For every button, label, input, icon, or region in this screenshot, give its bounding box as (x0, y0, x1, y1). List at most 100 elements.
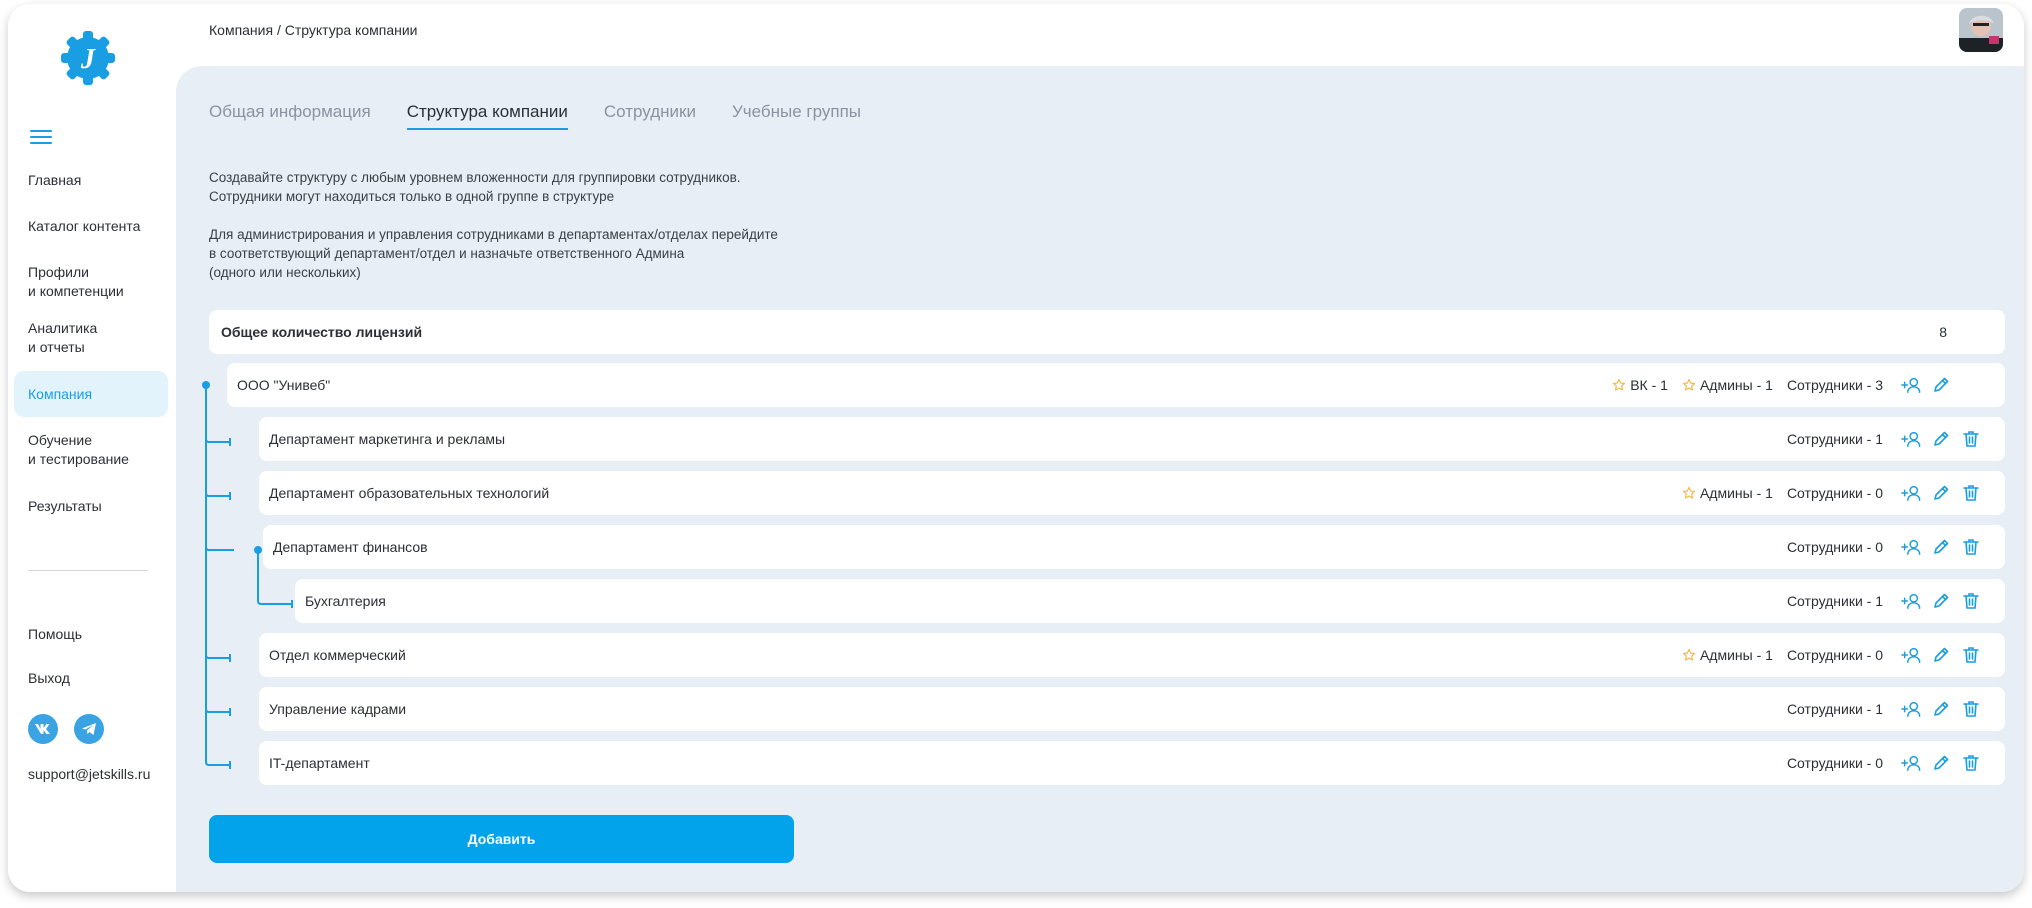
license-count-row: Общее количество лицензий 8 (209, 310, 2005, 354)
employees-count: Сотрудники - 0 (1786, 539, 1883, 555)
node-name[interactable]: Бухгалтерия (305, 593, 386, 609)
structure-node-row[interactable]: Отдел коммерческий Админы - 1 Сотрудники -… (259, 633, 2005, 677)
sidebar-divider (28, 570, 148, 571)
logo[interactable]: J (58, 28, 118, 88)
admins-count-label: Админы - 1 (1699, 647, 1773, 663)
star-icon (1612, 378, 1630, 392)
avatar[interactable] (1959, 8, 2003, 52)
logout-link[interactable]: Выход (28, 670, 70, 686)
edit-icon[interactable] (1931, 537, 1951, 557)
admins-count: Админы - 1 (1682, 647, 1773, 663)
main-panel: Общая информация Структура компании Сотр… (176, 66, 2024, 892)
node-stats: Сотрудники - 0 (1773, 537, 1995, 557)
employees-count: Сотрудники - 0 (1786, 485, 1883, 501)
add-button[interactable]: Добавить (209, 815, 794, 863)
edit-icon[interactable] (1931, 429, 1951, 449)
node-name[interactable]: Департамент маркетинга и рекламы (269, 431, 505, 447)
node-stats: Админы - 1 Сотрудники - 0 (1668, 645, 1995, 665)
sidebar: J Главная Каталог контента Профили и ком… (8, 4, 176, 892)
license-value: 8 (1939, 324, 1947, 340)
node-name[interactable]: IT-департамент (269, 755, 370, 771)
star-icon (1682, 378, 1700, 392)
sidebar-item-results[interactable]: Результаты (14, 483, 168, 529)
node-name[interactable]: Отдел коммерческий (269, 647, 406, 663)
node-name[interactable]: ООО "Унивеб" (237, 377, 330, 393)
sidebar-item-company[interactable]: Компания (14, 371, 168, 417)
tabs: Общая информация Структура компании Сотр… (209, 102, 861, 130)
structure-description: Создавайте структуру с любым уровнем вло… (209, 168, 778, 282)
edit-icon[interactable] (1931, 753, 1951, 773)
sidebar-item-profiles[interactable]: Профили и компетенции (14, 259, 168, 305)
add-user-icon[interactable] (1901, 537, 1921, 557)
license-label: Общее количество лицензий (221, 324, 423, 340)
svg-text:J: J (80, 44, 96, 75)
node-name[interactable]: Департамент образовательных технологий (269, 485, 549, 501)
edit-icon[interactable] (1931, 483, 1951, 503)
tab-company-structure[interactable]: Структура компании (406, 102, 568, 130)
edit-icon[interactable] (1931, 591, 1951, 611)
edit-icon[interactable] (1931, 375, 1951, 395)
structure-root-row[interactable]: ООО "Унивеб" ВК - 1 Админы - 1 Сотрудники -… (227, 363, 2005, 407)
star-icon (1682, 486, 1700, 500)
delete-icon[interactable] (1961, 645, 1981, 665)
star-icon (1682, 648, 1700, 662)
menu-toggle-icon[interactable] (30, 130, 52, 146)
sidebar-item-analytics[interactable]: Аналитика и отчеты (14, 315, 168, 361)
add-user-icon[interactable] (1901, 591, 1921, 611)
node-stats: Сотрудники - 1 (1773, 591, 1995, 611)
description-line: Для администрирования и управления сотру… (209, 227, 778, 242)
tab-general-info[interactable]: Общая информация (209, 102, 371, 130)
edit-icon[interactable] (1931, 699, 1951, 719)
description-line: в соответствующий департамент/отдел и на… (209, 246, 685, 261)
sidebar-item-home[interactable]: Главная (14, 157, 168, 203)
delete-icon[interactable] (1961, 537, 1981, 557)
admins-count: Админы - 1 (1682, 485, 1773, 501)
structure-node-row[interactable]: Бухгалтерия Сотрудники - 1 (295, 579, 2005, 623)
tab-study-groups[interactable]: Учебные группы (732, 102, 861, 130)
tab-employees[interactable]: Сотрудники (604, 102, 696, 130)
delete-icon[interactable] (1961, 699, 1981, 719)
employees-count: Сотрудники - 1 (1786, 431, 1883, 447)
description-line: Создавайте структуру с любым уровнем вло… (209, 170, 741, 185)
sidebar-item-learning[interactable]: Обучение и тестирование (14, 427, 168, 473)
delete-icon[interactable] (1961, 591, 1981, 611)
delete-icon[interactable] (1961, 483, 1981, 503)
structure-node-row[interactable]: IT-департамент Сотрудники - 0 (259, 741, 2005, 785)
structure-node-row[interactable]: Департамент финансов Сотрудники - 0 (263, 525, 2005, 569)
help-link[interactable]: Помощь (28, 626, 82, 642)
vk-icon[interactable] (28, 714, 58, 744)
employees-count: Сотрудники - 1 (1786, 701, 1883, 717)
delete-icon[interactable] (1961, 429, 1981, 449)
employees-count: Сотрудники - 0 (1786, 647, 1883, 663)
add-user-icon[interactable] (1901, 699, 1921, 719)
add-user-icon[interactable] (1901, 753, 1921, 773)
delete-icon[interactable] (1961, 753, 1981, 773)
node-stats: ВК - 1 Админы - 1 Сотрудники - 3 (1598, 375, 1995, 395)
breadcrumb: Компания / Структура компании (209, 22, 418, 38)
node-name[interactable]: Управление кадрами (269, 701, 406, 717)
sidebar-nav: Главная Каталог контента Профили и компе… (14, 157, 168, 529)
sidebar-item-content-catalog[interactable]: Каталог контента (14, 203, 168, 249)
description-line: (одного или нескольких) (209, 265, 361, 280)
edit-icon[interactable] (1931, 645, 1951, 665)
structure-node-row[interactable]: Департамент образовательных технологий Ад… (259, 471, 2005, 515)
node-stats: Сотрудники - 0 (1773, 753, 1995, 773)
add-user-icon[interactable] (1901, 645, 1921, 665)
employees-count: Сотрудники - 1 (1786, 593, 1883, 609)
structure-node-row[interactable]: Департамент маркетинга и рекламы Сотрудни… (259, 417, 2005, 461)
admins-count: Админы - 1 (1682, 377, 1773, 393)
add-user-icon[interactable] (1901, 483, 1921, 503)
add-user-icon[interactable] (1901, 429, 1921, 449)
app-window: J Главная Каталог контента Профили и ком… (8, 4, 2024, 892)
add-user-icon[interactable] (1901, 375, 1921, 395)
node-stats: Сотрудники - 1 (1773, 699, 1995, 719)
admins-count-label: Админы - 1 (1699, 377, 1773, 393)
vk-count-label: ВК - 1 (1630, 377, 1668, 393)
node-name[interactable]: Департамент финансов (273, 539, 428, 555)
structure-node-row[interactable]: Управление кадрами Сотрудники - 1 (259, 687, 2005, 731)
support-email[interactable]: support@jetskills.ru (28, 766, 150, 782)
employees-count: Сотрудники - 0 (1786, 755, 1883, 771)
admins-count-label: Админы - 1 (1699, 485, 1773, 501)
telegram-icon[interactable] (74, 714, 104, 744)
employees-count: Сотрудники - 3 (1786, 377, 1883, 393)
